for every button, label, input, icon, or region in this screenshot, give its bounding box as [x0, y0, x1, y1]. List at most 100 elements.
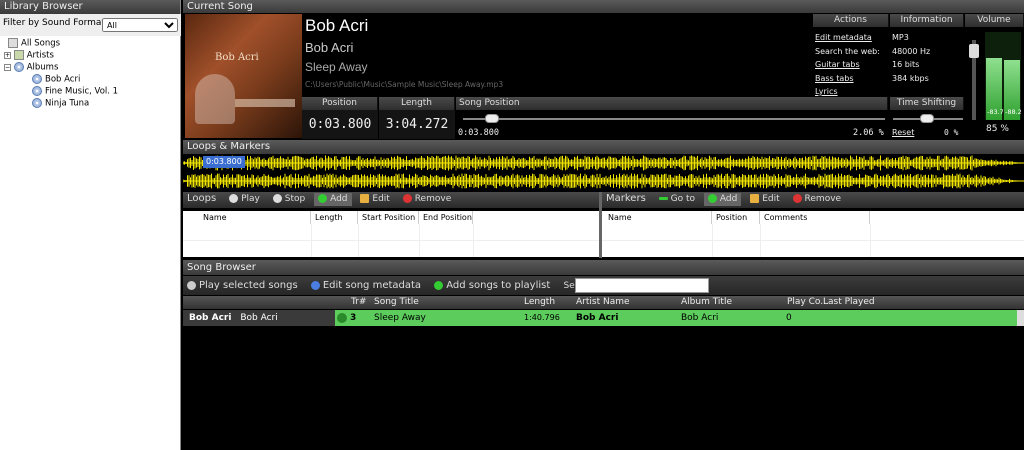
tree-item-artists[interactable]: + Artists — [4, 50, 54, 61]
album-disc-icon — [32, 98, 42, 108]
loops-edit-button[interactable]: Edit — [356, 193, 393, 206]
time-shifting-header: Time Shifting — [890, 97, 964, 110]
information-header: Information — [890, 14, 964, 27]
row-play-count: 0 — [786, 313, 792, 323]
loops-stop-button[interactable]: Stop — [269, 193, 309, 206]
panel-splitter[interactable] — [599, 192, 602, 258]
col-last-played[interactable]: Last Played — [823, 296, 875, 309]
remove-icon — [402, 194, 412, 203]
play-icon — [187, 280, 196, 290]
album-art: Bob Acri — [185, 14, 302, 138]
position-header: Position — [302, 97, 378, 110]
loops-grid[interactable] — [183, 224, 599, 257]
row-album: Bob Acri — [681, 313, 719, 323]
group-header[interactable]: Bob Acri Bob Acri — [183, 310, 335, 326]
loops-play-button[interactable]: Play — [225, 193, 264, 206]
tree-item-album[interactable]: Bob Acri — [32, 74, 80, 85]
tree-item-album[interactable]: Fine Music, Vol. 1 — [32, 86, 118, 97]
edit-metadata-link[interactable]: Edit metadata — [815, 31, 880, 45]
albums-icon — [13, 62, 24, 72]
loops-col-length[interactable]: Length — [311, 211, 358, 224]
edit-icon — [750, 194, 760, 203]
search-input[interactable] — [575, 278, 709, 293]
album-art-text: Bob Acri — [215, 52, 259, 63]
add-icon — [707, 194, 717, 203]
markers-col-name[interactable]: Name — [604, 211, 712, 224]
bass-tabs-link[interactable]: Bass tabs — [815, 72, 880, 86]
markers-title: Markers — [606, 193, 646, 204]
edit-icon — [360, 194, 370, 203]
time-shift-percent: 0 % — [944, 128, 959, 137]
sample-rate-value: 48000 Hz — [892, 46, 931, 56]
loops-col-name[interactable]: Name — [199, 211, 311, 224]
filter-label: Filter by Sound Format: — [3, 18, 108, 28]
current-song-title: Current Song — [183, 0, 1024, 13]
loops-markers-title: Loops & Markers — [183, 140, 1024, 154]
table-row[interactable]: 3 Sleep Away 1:40.796 Bob Acri Bob Acri … — [335, 310, 1024, 326]
library-browser: Library Browser Filter by Sound Format: … — [0, 0, 181, 450]
row-title: Sleep Away — [374, 313, 426, 323]
add-to-playlist-button[interactable]: Add songs to playlist — [430, 276, 554, 295]
information-panel: MP3 48000 Hz 16 bits 384 kbps — [892, 31, 930, 85]
song-artist: Bob Acri — [305, 16, 369, 35]
volume-percent: 85 % — [986, 124, 1009, 134]
waveform[interactable]: 0:03.800 — [182, 154, 1024, 190]
loops-grid-header: Name Length Start Position End Position — [183, 211, 599, 224]
info-icon — [310, 280, 320, 290]
edit-song-metadata-button[interactable]: Edit song metadata — [307, 276, 425, 295]
markers-goto-button[interactable]: Go to — [655, 193, 699, 206]
markers-edit-button[interactable]: Edit — [746, 193, 783, 206]
col-track[interactable]: Tr# — [351, 296, 366, 309]
album-disc-icon — [32, 86, 42, 96]
col-album[interactable]: Album Title — [681, 296, 732, 309]
remove-icon — [792, 194, 802, 203]
markers-grid[interactable] — [602, 224, 1024, 257]
tree-item-albums[interactable]: − Albums — [4, 62, 58, 73]
song-path: C:\Users\Public\Music\Sample Music\Sleep… — [305, 80, 504, 89]
markers-col-position[interactable]: Position — [712, 211, 760, 224]
song-name: Sleep Away — [305, 60, 368, 74]
song-position-percent: 2.06 % — [853, 128, 884, 138]
guitar-tabs-link[interactable]: Guitar tabs — [815, 58, 880, 72]
loops-remove-button[interactable]: Remove — [399, 193, 456, 206]
format-filter-select[interactable]: All — [102, 18, 178, 32]
scrollbar[interactable] — [1017, 310, 1024, 326]
group-album: Bob Acri — [240, 313, 278, 323]
play-selected-button[interactable]: Play selected songs — [183, 276, 302, 295]
format-filter: Filter by Sound Format: All — [0, 14, 181, 36]
col-artist[interactable]: Artist Name — [576, 296, 630, 309]
meter-left-db: -83.7 — [987, 108, 1004, 116]
actions-header: Actions — [813, 14, 889, 27]
actions-panel: Edit metadata Search the web: Guitar tab… — [815, 31, 880, 99]
volume-meter: -83.7 -88.2 — [985, 32, 1022, 120]
song-position-track[interactable] — [463, 118, 885, 120]
album-disc-icon — [32, 74, 42, 84]
loops-add-button[interactable]: Add — [314, 193, 352, 206]
markers-remove-button[interactable]: Remove — [789, 193, 846, 206]
markers-toolbar: Markers Go to Add Edit Remove — [602, 192, 1024, 208]
artists-icon — [13, 50, 24, 60]
collapse-icon[interactable]: − — [4, 63, 11, 71]
time-shift-reset[interactable]: Reset — [892, 128, 914, 137]
loops-col-end[interactable]: End Position — [419, 211, 473, 224]
search-web-label: Search the web: — [815, 46, 880, 56]
time-shift-handle[interactable] — [920, 114, 934, 123]
tree-item-album[interactable]: Ninja Tuna — [32, 98, 89, 109]
add-icon — [434, 280, 444, 290]
waveform-svg — [182, 155, 1024, 189]
loops-col-start[interactable]: Start Position — [358, 211, 419, 224]
expand-icon[interactable]: + — [4, 51, 11, 59]
col-length[interactable]: Length — [524, 296, 555, 309]
main-panel: Current Song Bob Acri Bob Acri Bob Acri … — [182, 0, 1024, 450]
markers-col-comments[interactable]: Comments — [760, 211, 870, 224]
col-title[interactable]: Song Title — [374, 296, 419, 309]
tree-item-all-songs[interactable]: All Songs — [8, 38, 60, 49]
markers-add-button[interactable]: Add — [703, 193, 742, 206]
song-position-handle[interactable] — [484, 114, 499, 123]
marker-label[interactable]: 0:03.800 — [203, 156, 245, 168]
song-position-header: Song Position — [456, 97, 888, 110]
volume-slider-handle[interactable] — [969, 44, 979, 58]
song-grid-header: Tr# Song Title Length Artist Name Album … — [183, 296, 1024, 309]
length-value: 3:04.272 — [379, 110, 455, 139]
group-artist: Bob Acri — [189, 313, 232, 323]
